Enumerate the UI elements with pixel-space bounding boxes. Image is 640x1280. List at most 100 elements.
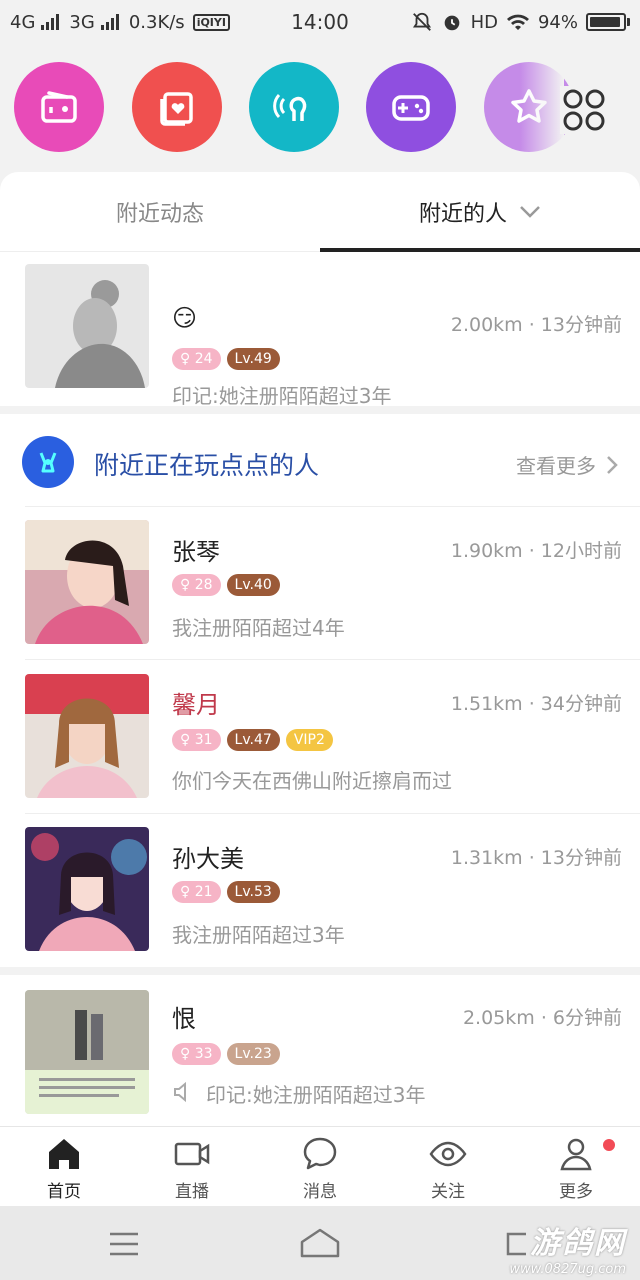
home-button-icon[interactable]	[298, 1224, 342, 1264]
likes-badge: ♀ 31	[172, 729, 221, 751]
level-badge: Lv.23	[226, 1043, 280, 1065]
nav-live[interactable]: 直播	[128, 1127, 256, 1206]
radio-button[interactable]	[14, 62, 104, 152]
badge-group: ♀ 33 Lv.23	[172, 1043, 280, 1065]
mute-bell-icon	[412, 12, 431, 31]
dot-dot-section-header[interactable]: 附近正在玩点点的人 查看更多	[0, 414, 640, 508]
level-badge: Lv.47	[226, 729, 280, 751]
likes-badge: ♀ 24	[172, 348, 221, 370]
user-name: 😏	[172, 304, 198, 332]
eye-icon	[429, 1141, 467, 1167]
user-subtitle: 印记:她注册陌陌超过3年	[172, 384, 392, 408]
hd-indicator: HD	[470, 11, 498, 33]
distance-time: 1.90km · 12小时前	[450, 540, 622, 562]
notification-dot	[603, 1139, 615, 1151]
user-name: 恨	[172, 1005, 196, 1033]
network-type-1: 4G	[10, 11, 36, 33]
distance-time: 2.05km · 6分钟前	[462, 1007, 622, 1029]
user-name: 孙大美	[172, 845, 244, 873]
section-gap	[0, 406, 640, 414]
main-content: 附近动态 附近的人 😏 2.00km · 13分钟前 ♀ 24 Lv.49 印记…	[0, 172, 640, 1126]
vip-badge: VIP2	[285, 729, 333, 751]
badge-group: ♀ 21 Lv.53	[172, 881, 280, 903]
see-more-link[interactable]: 查看更多	[516, 450, 618, 479]
likes-count: 24	[194, 351, 213, 367]
tab-nearby-people[interactable]: 附近的人	[320, 172, 640, 252]
chevron-down-icon[interactable]	[519, 205, 541, 219]
user-row[interactable]: 恨 2.05km · 6分钟前 ♀ 33 Lv.23 印记:她注册陌陌超过3年	[0, 975, 640, 1126]
nav-label: 关注	[431, 1182, 465, 1202]
battery-icon	[586, 13, 630, 31]
see-more-label: 查看更多	[516, 454, 596, 478]
divider	[25, 659, 640, 660]
tab-nearby-feed[interactable]: 附近动态	[0, 172, 320, 252]
scroll-fade	[520, 60, 564, 156]
dotdot-logo-icon	[22, 436, 74, 488]
battery-percent: 94%	[537, 11, 578, 33]
user-subtitle: 我注册陌陌超过3年	[172, 923, 345, 947]
voice-chat-icon	[273, 93, 307, 121]
nav-more[interactable]: 更多	[512, 1127, 640, 1206]
game-button[interactable]	[366, 62, 456, 152]
watermark-url: www.0827ug.com	[509, 1262, 626, 1277]
level-badge: Lv.40	[226, 574, 280, 596]
section-title: 附近正在玩点点的人	[94, 451, 320, 480]
likes-count: 28	[194, 577, 213, 593]
nav-home[interactable]: 首页	[0, 1127, 128, 1206]
user-row[interactable]: 张琴 1.90km · 12小时前 ♀ 28 Lv.40 我注册陌陌超过4年	[0, 508, 640, 658]
nav-label: 更多	[559, 1182, 593, 1202]
likes-count: 33	[194, 1046, 213, 1062]
distance-time: 2.00km · 13分钟前	[450, 314, 622, 336]
tab-label: 附近动态	[115, 202, 204, 227]
avatar[interactable]	[25, 990, 149, 1114]
user-subtitle: 你们今天在西佛山附近擦肩而过	[172, 769, 452, 793]
watermark: 游鸽网 www.0827ug.com	[509, 1218, 626, 1277]
menu-icon[interactable]	[104, 1224, 144, 1264]
likes-badge: ♀ 28	[172, 574, 221, 596]
person-icon	[560, 1138, 592, 1171]
voice-chat-button[interactable]	[249, 62, 339, 152]
section-gap	[0, 967, 640, 975]
avatar[interactable]	[25, 827, 149, 951]
level-badge: Lv.49	[226, 348, 280, 370]
photo-card-icon	[160, 92, 193, 126]
likes-count: 31	[194, 732, 213, 748]
divider	[25, 506, 640, 507]
photo-card-button[interactable]	[132, 62, 222, 152]
nav-label: 直播	[175, 1182, 209, 1202]
home-icon	[49, 1139, 79, 1169]
tab-label: 附近的人	[418, 202, 507, 227]
more-apps-grid-icon	[563, 89, 605, 131]
alarm-icon	[444, 15, 459, 31]
nav-follow[interactable]: 关注	[384, 1127, 512, 1206]
status-right: HD 94%	[411, 11, 630, 33]
user-row[interactable]: 孙大美 1.31km · 13分钟前 ♀ 21 Lv.53 我注册陌陌超过3年	[0, 815, 640, 965]
feature-shortcuts	[0, 60, 640, 156]
user-row[interactable]: 😏 2.00km · 13分钟前 ♀ 24 Lv.49 印记:她注册陌陌超过3年	[0, 264, 640, 408]
user-subtitle: 印记:她注册陌陌超过3年	[206, 1083, 426, 1107]
nav-label: 首页	[47, 1182, 81, 1202]
avatar[interactable]	[25, 674, 149, 798]
likes-badge: ♀ 33	[172, 1043, 221, 1065]
avatar[interactable]	[25, 264, 149, 388]
video-camera-icon	[174, 1142, 210, 1166]
distance-time: 1.31km · 13分钟前	[450, 847, 622, 869]
status-bar: 4G 3G 0.3K/s iQIYI 14:00 HD 94%	[0, 0, 640, 44]
chat-bubble-icon	[303, 1137, 337, 1170]
radio-icon	[41, 91, 77, 123]
system-nav-bar: 游鸽网 www.0827ug.com	[0, 1206, 640, 1280]
signal-icon	[100, 14, 119, 30]
nav-messages[interactable]: 消息	[256, 1127, 384, 1206]
divider	[25, 813, 640, 814]
active-tab-indicator	[320, 248, 640, 252]
bottom-nav: 首页 直播 消息 关注 更多	[0, 1126, 640, 1206]
user-name: 张琴	[172, 538, 220, 566]
user-row[interactable]: 馨月 1.51km · 34分钟前 ♀ 31 Lv.47 VIP2 你们今天在西…	[0, 661, 640, 813]
avatar[interactable]	[25, 520, 149, 644]
speaker-icon	[174, 1081, 186, 1103]
more-apps-button[interactable]	[560, 86, 608, 134]
likes-count: 21	[194, 884, 213, 900]
network-type-2: 3G	[69, 11, 95, 33]
watermark-title: 游鸽网	[530, 1226, 626, 1261]
user-name: 馨月	[172, 691, 220, 719]
